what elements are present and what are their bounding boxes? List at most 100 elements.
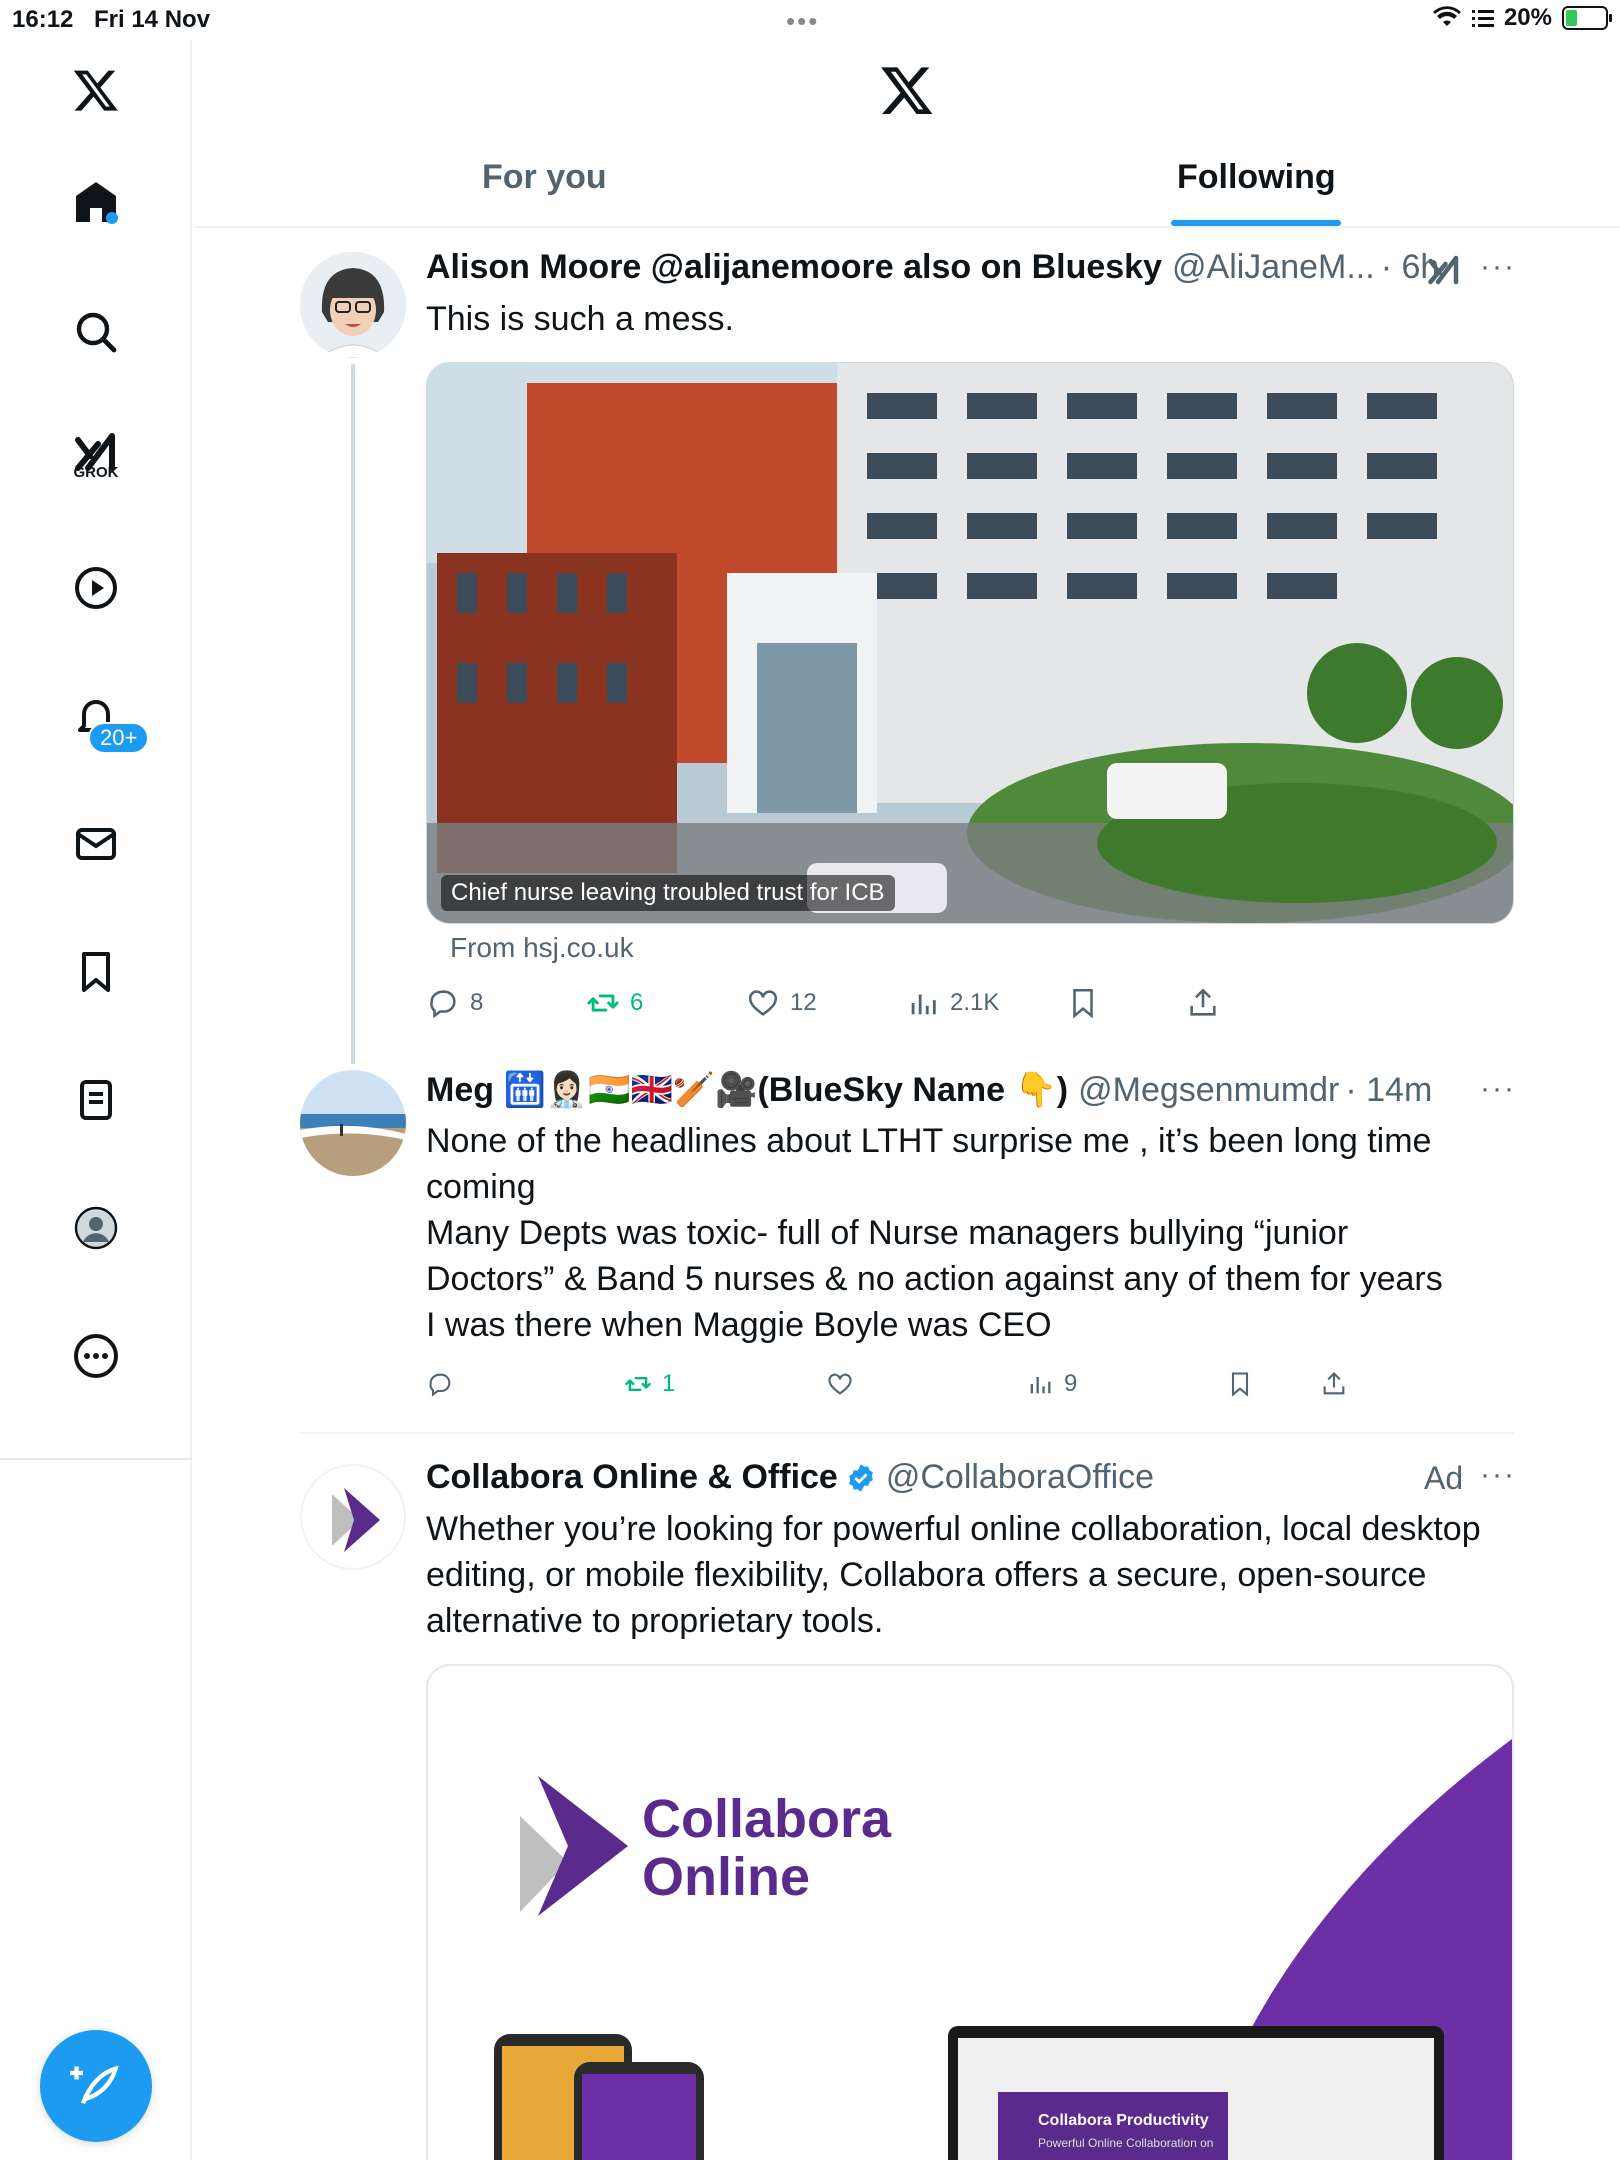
x-logo-icon[interactable] (879, 62, 935, 118)
tweet-header: Collabora Online & Office @CollaboraOffi… (426, 1458, 1154, 1497)
list-icon[interactable] (66, 1070, 126, 1130)
ad-card-image[interactable]: Collabora Online Collabora Productivity … (426, 1664, 1514, 2160)
ad-artwork (494, 1739, 1512, 2160)
tweet-meg[interactable]: Meg 🛗👩🏻‍⚕️🇮🇳🇬🇧🏏🎥(BlueSky Name 👇) @Megsen… (194, 1040, 1620, 1430)
grok-icon[interactable] (1426, 252, 1462, 288)
tweet-actions: 8 6 12 2.1K (426, 986, 1236, 1026)
reply-count: 8 (470, 989, 484, 1016)
bookmark-button[interactable] (1226, 1370, 1254, 1398)
reply-icon (430, 990, 456, 1019)
link-source[interactable]: From hsj.co.uk (450, 932, 634, 964)
tweet-text-line: I was there when Maggie Boyle was CEO (426, 1306, 1052, 1344)
grok-label: GROK (73, 464, 119, 481)
tweet-text-line: Doctors” & Band 5 nurses & no action aga… (426, 1260, 1443, 1298)
profile-icon[interactable] (66, 1198, 126, 1258)
tweet-alison-moore[interactable]: Alison Moore @alijanemoore also on Blues… (194, 230, 1620, 1040)
battery-percent: 20% (1503, 4, 1552, 31)
author-name[interactable]: Alison Moore @alijanemoore also on Blues… (426, 248, 1162, 287)
share-button[interactable] (1320, 1370, 1348, 1403)
home-icon[interactable] (66, 172, 126, 232)
author-handle[interactable]: @CollaboraOffice (886, 1458, 1154, 1497)
thread-line (351, 1040, 355, 1064)
repost-button[interactable]: 6 (586, 986, 643, 1020)
heart-icon (828, 1373, 852, 1395)
ad-screen-title: Collabora Productivity (1038, 2112, 1209, 2129)
tweet-text-line: alternative to proprietary tools. (426, 1602, 884, 1640)
like-button[interactable]: 12 (746, 986, 817, 1020)
more-icon[interactable] (66, 1326, 126, 1386)
tweet-header: Meg 🛗👩🏻‍⚕️🇮🇳🇬🇧🏏🎥(BlueSky Name 👇) @Megsen… (426, 1070, 1432, 1110)
tweet-time[interactable]: · 14m (1345, 1071, 1432, 1110)
tweet-text: Whether you’re looking for powerful onli… (426, 1506, 1516, 1644)
mail-icon[interactable] (66, 814, 126, 874)
more-options-icon[interactable]: ··· (1480, 1458, 1516, 1492)
hospital-photo (427, 363, 1513, 923)
compose-button[interactable] (40, 2030, 152, 2142)
tweet-text-line: editing, or mobile flexibility, Collabor… (426, 1556, 1427, 1594)
more-options-icon[interactable]: ··· (1480, 1072, 1516, 1106)
timeline-header: For you Following (194, 40, 1620, 228)
avatar[interactable] (300, 252, 406, 358)
status-date: Fri 14 Nov (94, 6, 211, 33)
link-card-title: Chief nurse leaving troubled trust for I… (441, 875, 895, 911)
views-count: 9 (1064, 1370, 1078, 1397)
bookmark-icon (1073, 988, 1093, 1019)
search-icon[interactable] (66, 302, 126, 362)
focus-list-icon (1471, 10, 1494, 27)
bookmark-icon (1231, 1372, 1249, 1397)
reply-button[interactable] (426, 1370, 454, 1398)
tweet-text-line: Whether you’re looking for powerful onli… (426, 1510, 1481, 1548)
notification-badge: 20+ (88, 722, 150, 754)
wifi-icon (1432, 6, 1461, 26)
avatar[interactable] (300, 1070, 406, 1176)
repost-icon (587, 994, 619, 1012)
multitask-dots-icon[interactable]: ••• (786, 6, 819, 37)
tab-for-you[interactable]: For you (482, 158, 607, 197)
more-options-icon[interactable]: ··· (1480, 250, 1516, 284)
ad-screen-subtitle: Powerful Online Collaboration on (1038, 2136, 1214, 2150)
ad-brand-line2: Online (642, 1847, 811, 1907)
compose-feather-icon (70, 2065, 119, 2105)
active-tab-indicator (1171, 220, 1341, 226)
tweet-text-line: Many Depts was toxic- full of Nurse mana… (426, 1214, 1349, 1252)
tweet-text-line: coming (426, 1168, 536, 1206)
heart-icon (748, 990, 778, 1016)
status-right: 20% (1432, 4, 1612, 32)
like-count: 12 (790, 989, 817, 1016)
tweet-actions: 1 9 (426, 1370, 1249, 1410)
ad-label: Ad (1424, 1460, 1464, 1496)
tweet-text: None of the headlines about LTHT surpris… (426, 1118, 1516, 1348)
views-button[interactable]: 9 (1026, 1370, 1077, 1398)
repost-button[interactable]: 1 (624, 1370, 675, 1398)
author-handle[interactable]: @AliJaneM... (1172, 248, 1375, 287)
video-icon[interactable] (66, 558, 126, 618)
tweet-ad-collabora[interactable]: Collabora Online & Office @CollaboraOffi… (194, 1440, 1620, 2160)
tab-following[interactable]: Following (1177, 158, 1336, 197)
bookmark-button[interactable] (1066, 986, 1100, 1020)
author-name[interactable]: Collabora Online & Office (426, 1458, 838, 1497)
reply-button[interactable]: 8 (426, 986, 483, 1020)
grok-icon[interactable]: GROK (66, 422, 126, 482)
share-button[interactable] (1186, 986, 1220, 1020)
views-chart-icon (911, 994, 936, 1015)
tweet-text-line: None of the headlines about LTHT surpris… (426, 1122, 1432, 1160)
tweet-text: This is such a mess. (426, 300, 734, 338)
views-count: 2.1K (950, 989, 1000, 1016)
tweet-header: Alison Moore @alijanemoore also on Blues… (426, 248, 1439, 287)
like-button[interactable] (826, 1370, 854, 1398)
author-handle[interactable]: @Megsenmumdr (1078, 1071, 1339, 1110)
views-button[interactable]: 2.1K (906, 986, 999, 1020)
x-logo-icon[interactable] (66, 60, 126, 120)
ad-brand-line1: Collabora (642, 1789, 892, 1849)
author-name[interactable]: Meg 🛗👩🏻‍⚕️🇮🇳🇬🇧🏏🎥(BlueSky Name 👇) (426, 1070, 1068, 1110)
verified-badge-icon (848, 1463, 873, 1492)
tweet-divider (300, 1432, 1514, 1434)
repost-count: 1 (662, 1370, 676, 1397)
link-card-image[interactable]: Chief nurse leaving troubled trust for I… (426, 362, 1514, 924)
bookmark-icon[interactable] (66, 942, 126, 1002)
avatar[interactable] (300, 1464, 406, 1570)
share-icon (1323, 1372, 1345, 1395)
status-bar: 16:12 Fri 14 Nov ••• 20% (0, 0, 1620, 40)
status-time: 16:12 (12, 6, 74, 33)
sidebar-divider (0, 1458, 192, 1460)
